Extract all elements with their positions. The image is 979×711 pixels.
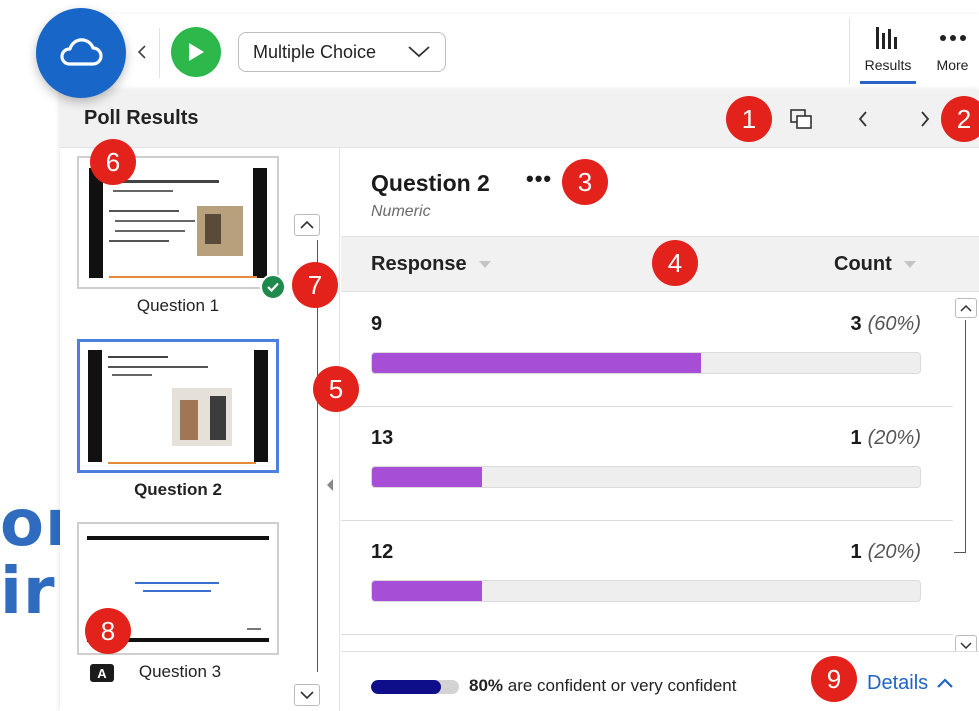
bar-chart-icon [876,27,897,49]
strip-scroll-down-button[interactable] [294,684,320,706]
count-percent: (20%) [867,427,921,449]
response-bar-fill [372,581,482,601]
callout-marker-7: 7 [292,262,338,308]
collapse-strip-icon[interactable] [324,478,336,492]
callout-marker-4: 4 [652,240,698,286]
response-value: 9 [371,313,383,335]
panel-header: Poll Results [60,90,979,148]
question-type-label: Numeric [371,203,431,220]
details-label: Details [867,672,929,694]
response-count: 1 (20%) [851,427,921,450]
callout-marker-6: 6 [90,139,136,185]
popout-button[interactable] [786,104,816,134]
chevron-left-icon [137,45,146,59]
ellipsis-icon [939,35,966,41]
results-scrollbar-end [954,552,966,553]
results-rows: 9 3 (60%) 13 1 (20%) 12 1 (20%) [341,293,979,650]
tab-more-label: More [936,57,969,73]
slide-type-badge: A [90,664,114,682]
collapse-toolbar-button[interactable] [132,38,152,66]
chevron-up-icon [960,304,972,312]
response-bar-fill [372,467,482,487]
callout-marker-8: 8 [85,608,131,654]
question-title: Question 2 [371,170,490,196]
app-logo[interactable] [36,8,126,98]
callout-marker-9: 9 [811,656,857,702]
count-value: 3 [850,313,862,335]
response-count: 3 (60%) [851,313,921,336]
question-type-value: Multiple Choice [253,41,377,62]
chevron-down-icon [300,691,314,699]
chevron-left-icon [858,111,867,127]
response-value: 13 [371,427,394,449]
confidence-bar [371,680,459,694]
response-count: 1 (20%) [851,541,921,564]
callout-marker-3: 3 [562,159,608,205]
tab-results-label: Results [864,57,912,73]
confidence-text: are confident or very confident [507,676,737,695]
chevron-down-icon [408,46,430,58]
tab-results[interactable]: Results [854,14,922,84]
response-bar [371,466,921,488]
next-question-button[interactable] [910,104,940,134]
column-response-label: Response [371,253,467,275]
background-text-2: ir [0,555,56,629]
chevron-up-icon [937,678,953,688]
poll-results-panel: Poll Results Question 1 Question 2 A Que… [60,90,979,711]
details-toggle[interactable]: Details [867,672,954,695]
slide-label-2: Question 2 [134,480,222,499]
slide-thumbnail-2[interactable] [77,339,279,473]
chevron-down-icon [960,641,972,649]
sort-caret-icon [478,261,491,268]
sort-caret-icon [903,261,916,268]
response-bar-fill [372,353,701,373]
response-bar [371,352,921,374]
active-tab-indicator [860,81,916,84]
previous-question-button[interactable] [848,104,878,134]
panel-title: Poll Results [84,107,199,129]
count-percent: (20%) [867,541,921,563]
toolbar-divider [159,28,160,78]
confidence-summary: 80% are confident or very confident [469,676,736,696]
confidence-bar-fill [371,680,442,694]
table-row: 12 1 (20%) [341,521,953,635]
chevron-right-icon [921,111,930,127]
callout-marker-5: 5 [313,366,359,412]
answered-check-icon [260,274,286,300]
count-value: 1 [850,427,862,449]
question-more-button[interactable]: ••• [526,166,552,192]
confidence-value: 80% [469,676,504,695]
response-bar [371,580,921,602]
tab-more[interactable]: More [926,14,979,84]
count-value: 1 [850,541,862,563]
cloud-icon [60,38,103,66]
column-count-label: Count [834,253,892,275]
chevron-up-icon [300,221,314,229]
popout-icon [790,109,812,129]
strip-scroll-up-button[interactable] [294,214,320,236]
column-response[interactable]: Response [371,253,491,276]
slide-preview [88,350,268,464]
results-scrollbar[interactable] [965,320,966,552]
column-count[interactable]: Count [834,253,916,276]
slide-label-1: Question 1 [136,296,220,315]
toolbar-divider [849,18,850,84]
question-type-select[interactable]: Multiple Choice [238,32,446,72]
callout-marker-1: 1 [726,96,772,142]
callout-marker-2: 2 [941,96,979,142]
question-results: Question 2 ••• Numeric Response Count 9 … [341,148,979,711]
count-percent: (60%) [867,313,921,335]
table-row: 13 1 (20%) [341,407,953,521]
play-icon [189,43,204,61]
results-scroll-up-button[interactable] [955,298,977,318]
table-row: 9 3 (60%) [341,293,953,407]
slide-label-3: Question 3 [138,662,222,681]
results-footer: 80% are confident or very confident Deta… [341,651,979,711]
response-value: 12 [371,541,394,563]
play-button[interactable] [171,27,221,77]
